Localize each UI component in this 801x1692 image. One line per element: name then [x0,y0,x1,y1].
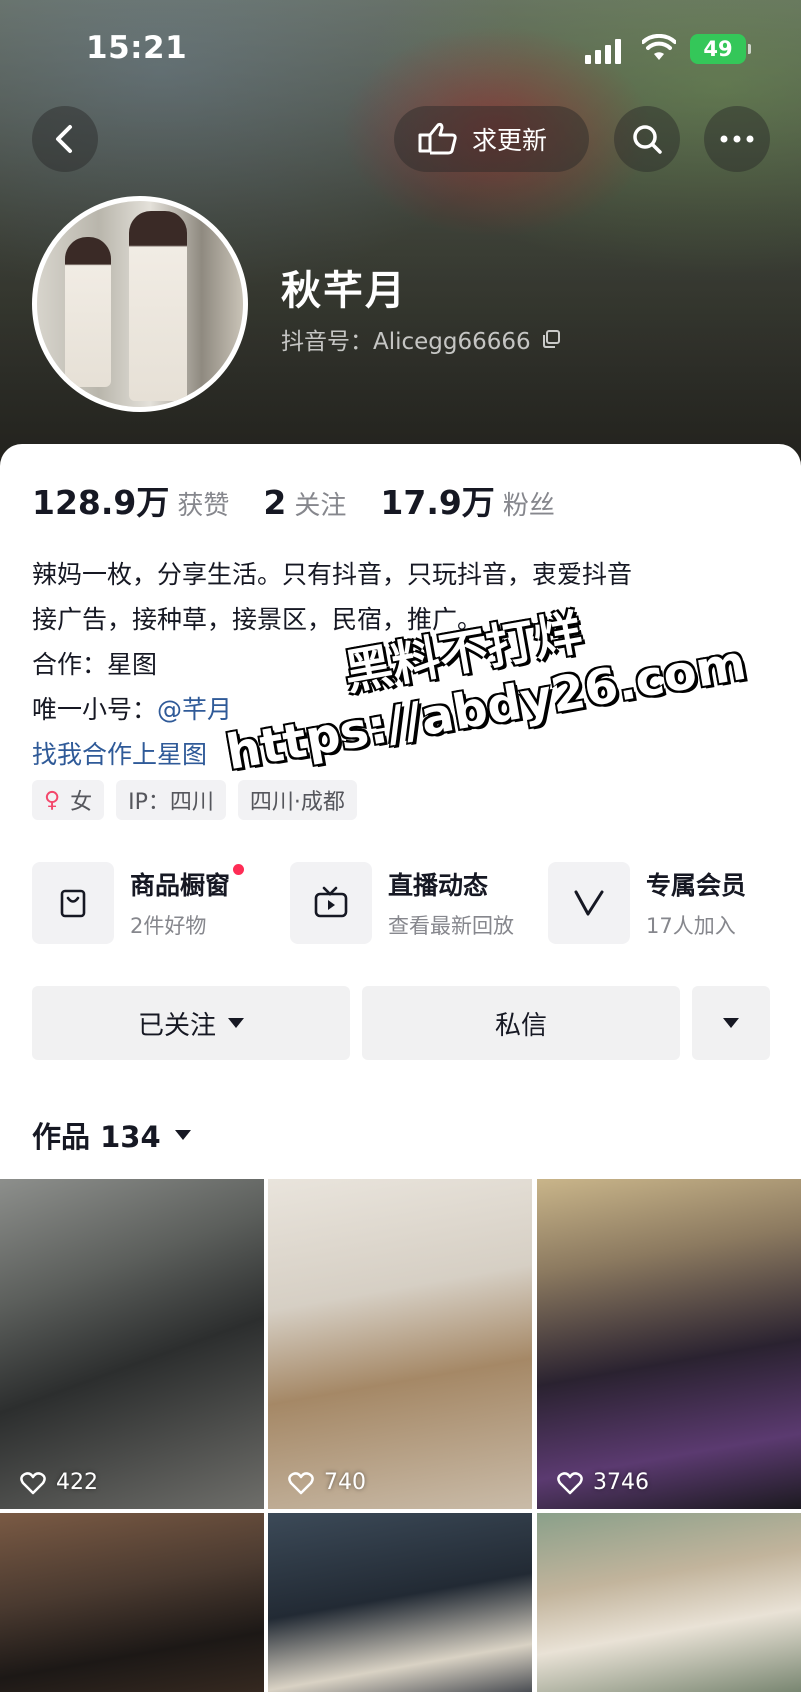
v-icon [548,862,630,944]
service-subtitle: 2件好物 [130,914,207,938]
battery-level: 49 [703,37,733,61]
stat-following[interactable]: 2 关注 [263,483,346,522]
douyin-id-text: 抖音号：Alicegg66666 [281,329,531,355]
service-shop-window[interactable]: 商品橱窗 2件好物 [32,862,245,944]
battery-icon: 49 [690,34,751,64]
service-subtitle: 查看最新回放 [388,914,514,938]
service-title: 专属会员 [646,871,747,900]
stat-value: 17.9万 [380,483,495,522]
heart-icon [288,1471,314,1494]
video-thumbnail[interactable]: 3746 [537,1179,801,1509]
more-actions-button[interactable] [692,986,770,1060]
ip-tag: IP：四川 [116,780,226,820]
stat-value: 2 [263,483,287,522]
video-cover [537,1179,801,1509]
message-button[interactable]: 私信 [362,986,680,1060]
video-thumbnail[interactable]: 740 [268,1179,532,1509]
works-tab[interactable]: 作品 134 [32,1114,191,1156]
more-icon [720,135,754,143]
profile-card: 128.9万 获赞 2 关注 17.9万 粉丝 辣妈一枚，分享生活。只有抖音，只… [0,444,801,1692]
video-cover [0,1179,264,1509]
service-membership[interactable]: 专属会员 17人加入 [548,862,746,944]
service-title: 商品橱窗 [130,864,245,902]
bio-line: 合作：星图 [32,650,158,679]
stat-value: 128.9万 [32,483,170,522]
cellular-signal-icon [585,38,625,64]
likes-count: 3746 [593,1470,649,1495]
caret-down-icon [723,1018,739,1028]
profile-tags: ♀ 女 IP：四川 四川·成都 [32,780,369,820]
avatar[interactable] [32,196,248,412]
status-bar: 15:21 49 [0,0,801,100]
back-icon [56,125,72,153]
bio-line: 辣妈一枚，分享生活。只有抖音，只玩抖音，衷爱抖音 [32,560,633,589]
location-tag: 四川·成都 [237,780,357,820]
video-thumbnail[interactable] [537,1513,801,1692]
bio-mention-link[interactable]: @芊月 [157,695,232,724]
heart-icon [557,1471,583,1494]
video-likes: 422 [20,1470,98,1495]
message-label: 私信 [494,1010,547,1041]
likes-count: 422 [56,1470,98,1495]
avatar-figure-left [65,237,111,387]
video-thumbnail[interactable] [268,1513,532,1692]
shopping-bag-icon [32,862,114,944]
douyin-id[interactable]: 抖音号：Alicegg66666 [281,322,561,356]
notification-dot [233,864,245,875]
service-title: 直播动态 [388,871,489,900]
video-thumbnail[interactable] [0,1513,264,1692]
caret-down-icon [174,1130,191,1140]
bio-line-prefix: 唯一小号： [32,695,158,724]
back-button[interactable] [32,106,98,172]
copy-icon[interactable] [541,329,561,349]
followed-button[interactable]: 已关注 [32,986,350,1060]
video-cover [0,1513,264,1692]
bio-line: 唯一小号：@芊月 [32,687,632,732]
service-entries: 商品橱窗 2件好物 直播动态 查看最新回放 专属会员 17人加入 [32,862,801,948]
stat-followers[interactable]: 17.9万 粉丝 [380,476,554,524]
tv-icon [290,862,372,944]
profile-stats: 128.9万 获赞 2 关注 17.9万 粉丝 [32,476,589,524]
search-button[interactable] [614,106,680,172]
bio-line: 接广告，接种草，接景区，民宿，推广。 [32,605,483,634]
wifi-icon [642,34,676,60]
gender-label: 女 [70,790,93,815]
service-live-updates[interactable]: 直播动态 查看最新回放 [290,862,514,944]
followed-label: 已关注 [137,1010,216,1041]
female-icon: ♀ [44,787,61,813]
caret-down-icon [228,1018,244,1028]
request-update-label: 求更新 [472,126,548,155]
xingtu-cooperation-link[interactable]: 找我合作上星图 [32,732,632,777]
stat-likes[interactable]: 128.9万 获赞 [32,476,229,524]
status-time: 15:21 [86,30,188,66]
works-label: 作品 134 [32,1120,161,1154]
more-button[interactable] [704,106,770,172]
video-cover [537,1513,801,1692]
hand-point-icon [418,122,457,155]
profile-bio: 辣妈一枚，分享生活。只有抖音，只玩抖音，衷爱抖音 接广告，接种草，接景区，民宿，… [32,552,632,777]
stat-label: 关注 [294,491,347,521]
likes-count: 740 [324,1470,366,1495]
gender-tag: ♀ 女 [32,780,105,820]
video-cover [268,1513,532,1692]
search-icon [633,125,662,154]
stat-label: 粉丝 [502,491,555,521]
video-grid: 422 740 3746 [0,1179,801,1692]
heart-icon [20,1471,46,1494]
profile-actions: 已关注 私信 [32,986,770,1060]
profile-header-background: 15:21 49 求更新 秋芊月 抖音号：Alicegg66666 [0,0,801,470]
video-cover [268,1179,532,1509]
avatar-figure-right [129,211,187,401]
video-likes: 740 [288,1470,366,1495]
request-update-button[interactable]: 求更新 [394,106,589,172]
video-likes: 3746 [557,1470,649,1495]
stat-label: 获赞 [177,491,230,521]
service-subtitle: 17人加入 [646,914,736,938]
video-thumbnail[interactable]: 422 [0,1179,264,1509]
nickname: 秋芊月 [281,268,407,314]
